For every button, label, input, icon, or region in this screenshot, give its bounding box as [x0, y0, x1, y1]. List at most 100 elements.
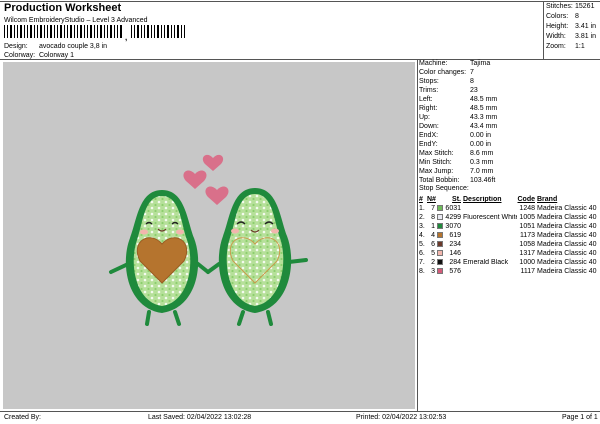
printed-date: Printed: 02/04/2022 13:02:53	[356, 414, 447, 421]
thread-code: 1173	[519, 232, 535, 239]
stitch-count: 4299	[445, 214, 461, 221]
row-index: 7.	[419, 259, 425, 266]
thread-brand: Madeira Classic 40	[537, 241, 597, 248]
colorway-value: Colorway 1	[38, 52, 74, 59]
stat-label: Stitches:	[546, 3, 573, 10]
needle-number: 4	[431, 232, 435, 239]
needle-number: 7	[431, 205, 435, 212]
row-index: 5.	[419, 241, 425, 248]
stitch-count: 284	[449, 259, 461, 266]
info-label: Down:	[419, 123, 439, 130]
table-row: 2. 8 4299 Fluorescent White 1005 Madeira Clas…	[419, 213, 599, 222]
color-swatch	[437, 204, 445, 213]
divider	[0, 1, 600, 2]
thread-color-icon	[437, 258, 443, 265]
stitch-count: 576	[449, 268, 461, 275]
info-label: Up:	[419, 114, 430, 121]
row-index: 8.	[419, 268, 425, 275]
needle-number: 1	[431, 223, 435, 230]
info-value: 43.3 mm	[470, 114, 498, 121]
info-row: EndX: 0.00 in	[419, 131, 599, 140]
thread-code: 1000	[519, 259, 535, 266]
left-avocado	[109, 190, 210, 326]
stat-value: 15261	[575, 3, 595, 10]
info-row: Max Stitch: 8.6 mm	[419, 149, 599, 158]
info-value: 0.3 mm	[470, 159, 494, 166]
info-value: 7	[470, 69, 474, 76]
row-index: 4.	[419, 232, 425, 239]
needle-number: 6	[431, 241, 435, 248]
info-value: Tajima	[470, 60, 491, 67]
info-row: Trims: 23	[419, 86, 599, 95]
column-header: N#	[427, 196, 436, 203]
info-row: Max Jump: 7.0 mm	[419, 167, 599, 176]
thread-description: Emerald Black	[463, 259, 509, 266]
info-row: Right: 48.5 mm	[419, 104, 599, 113]
needle-number: 3	[431, 268, 435, 275]
color-swatch	[437, 240, 445, 249]
thread-color-icon	[437, 249, 443, 256]
stat-row: Stitches: 15261	[546, 3, 598, 13]
info-value: 23	[470, 87, 478, 94]
thread-brand: Madeira Classic 40	[537, 232, 597, 239]
avocado-couple-artwork	[109, 154, 308, 326]
heart-icon	[183, 170, 207, 189]
stitch-count: 3070	[445, 223, 461, 230]
thread-code: 1117	[520, 268, 535, 275]
info-label: Left:	[419, 96, 433, 103]
thread-brand: Madeira Classic 40	[537, 205, 597, 212]
info-value: 0.00 in	[470, 132, 492, 139]
thread-color-icon	[437, 240, 443, 247]
stitch-count: 619	[449, 232, 461, 239]
info-value: 8.6 mm	[470, 150, 494, 157]
color-swatch	[437, 222, 445, 231]
thread-code: 1248	[519, 205, 535, 212]
stop-sequence-table: # N# St. Description Code Brand 1. 7 6031 1…	[419, 195, 599, 276]
info-label: EndY:	[419, 141, 438, 148]
thread-code: 1005	[519, 214, 535, 221]
stat-row: Height: 3.41 in	[546, 23, 598, 33]
color-swatch	[437, 249, 445, 258]
info-label: Trims:	[419, 87, 439, 94]
stop-sequence-title: Stop Sequence:	[419, 185, 469, 192]
color-swatch	[437, 258, 445, 267]
color-swatch	[437, 213, 445, 222]
thread-description: Fluorescent White	[463, 214, 517, 221]
divider	[417, 59, 418, 411]
table-row: 3. 1 3070 1051 Madeira Classic 40	[419, 222, 599, 231]
thread-brand: Madeira Classic 40	[537, 214, 597, 221]
thread-code: 1058	[519, 241, 535, 248]
column-header: Description	[463, 196, 502, 203]
row-index: 1.	[419, 205, 425, 212]
info-label: Right:	[419, 105, 438, 112]
info-value: 48.5 mm	[470, 96, 498, 103]
thread-color-icon	[437, 213, 443, 220]
info-row: Down: 43.4 mm	[419, 122, 599, 131]
info-row: Stops: 8	[419, 77, 599, 86]
thread-brand: Madeira Classic 40	[537, 250, 597, 257]
color-swatch	[437, 231, 445, 240]
thread-code: 1051	[519, 223, 535, 230]
info-row: Up: 43.3 mm	[419, 113, 599, 122]
design-value: avocado couple 3,8 in	[38, 43, 108, 50]
column-header: #	[419, 196, 423, 203]
stat-label: Width:	[546, 33, 566, 40]
info-row: Machine: Tajima	[419, 59, 599, 68]
table-row: 5. 6 234 1058 Madeira Classic 40	[419, 240, 599, 249]
page-number: Page 1 of 1	[562, 414, 598, 421]
stat-label: Colors:	[546, 13, 569, 20]
column-header: Brand	[537, 196, 558, 203]
info-row: Total Bobbin: 103.46ft	[419, 176, 599, 185]
software-subtitle: Wilcom EmbroideryStudio – Level 3 Advanc…	[4, 17, 148, 24]
stitch-count: 234	[449, 241, 461, 248]
table-row: 4. 4 619 1173 Madeira Classic 40	[419, 231, 599, 240]
info-label: Max Jump:	[419, 168, 454, 175]
thread-color-icon	[437, 267, 443, 274]
info-value: 43.4 mm	[470, 123, 498, 130]
stitch-count: 146	[449, 250, 461, 257]
info-value: 48.5 mm	[470, 105, 498, 112]
info-row: Left: 48.5 mm	[419, 95, 599, 104]
info-row: EndY: 0.00 in	[419, 140, 599, 149]
design-label: Design:	[4, 43, 28, 50]
info-value: 7.0 mm	[470, 168, 494, 175]
